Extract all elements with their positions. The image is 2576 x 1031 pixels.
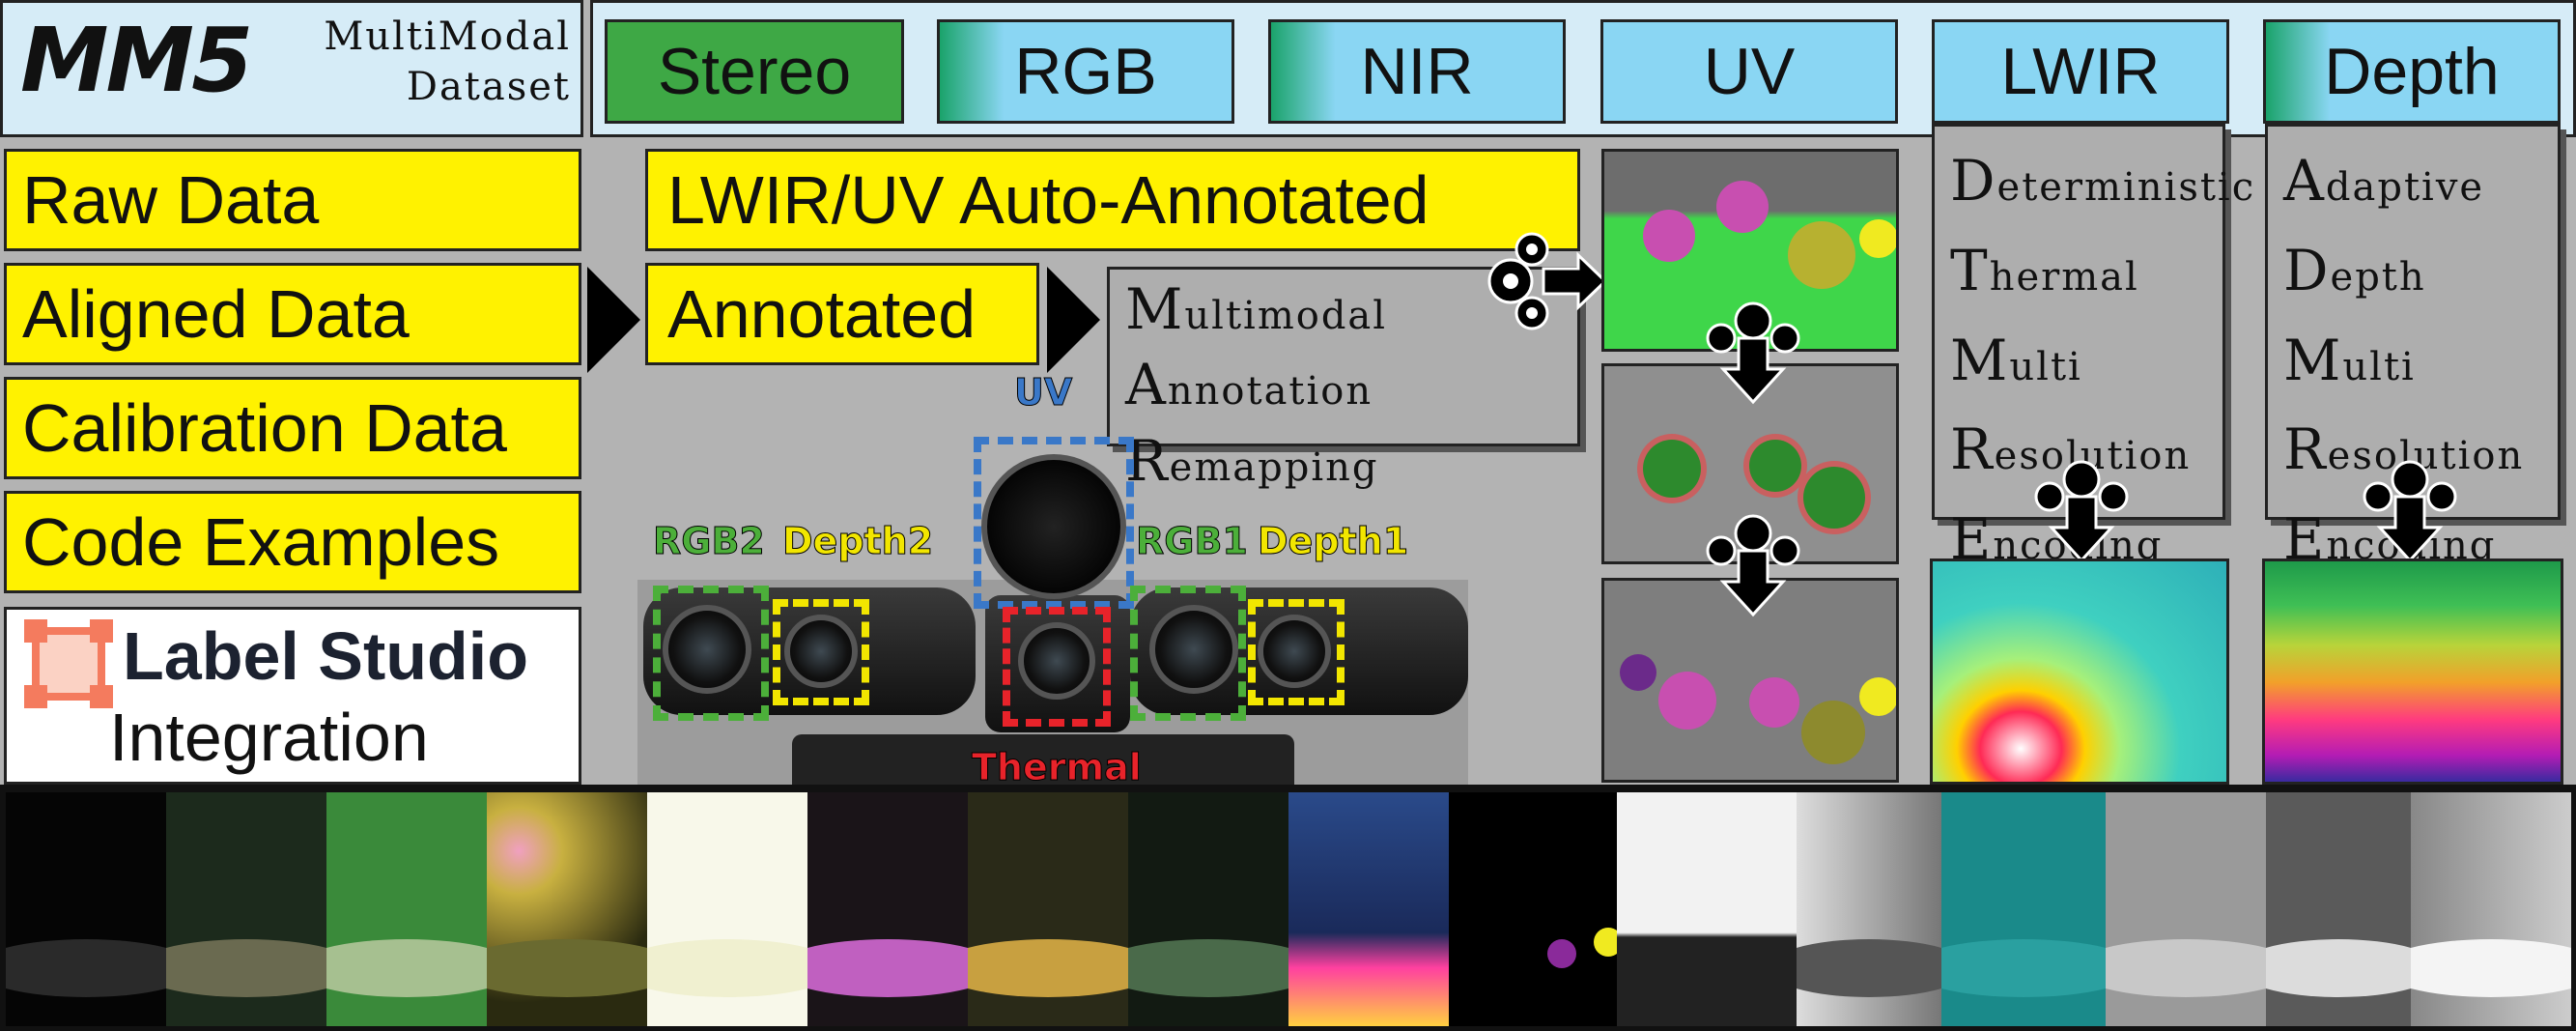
mar-line-annotation: Annotation [1125,352,1373,418]
dtmre-line-deterministic: Deterministic [1950,148,2256,214]
sample-thumb-8 [1128,792,1288,1026]
sample-thumb-7 [968,792,1128,1026]
auto-annotated-box: LWIR/UV Auto-Annotated [645,149,1580,251]
gear-cluster-icon [1487,232,1607,330]
raw-data-item: Raw Data [4,149,581,251]
modality-depth: Depth [2263,19,2561,124]
gear-down-arrow-icon [2034,460,2129,563]
sample-thumb-11 [1617,792,1797,1026]
sample-thumb-9 [1288,792,1449,1026]
rgb2-camera-label: RGB2 [653,520,766,563]
sample-thumb-15 [2266,792,2411,1026]
sample-thumb-4 [487,792,647,1026]
dataset-subtitle-line1: MultiModal [324,14,571,59]
dataset-title: MM5 [20,9,253,112]
code-examples-item: Code Examples [4,491,581,593]
uv-dashed-box [974,437,1134,609]
label-studio-name: Label Studio [123,618,528,694]
sample-thumb-2 [166,792,326,1026]
dtmre-line-thermal: Thermal [1950,237,2139,303]
sample-thumb-13 [1941,792,2106,1026]
dtmre-line-multi: Multi [1950,327,2082,393]
sample-thumb-1 [6,792,166,1026]
modality-lwir: LWIR [1932,19,2229,124]
modality-stereo: Stereo [605,19,904,124]
gear-down-arrow-icon [1706,514,1800,617]
lwir-encoded-image [1930,558,2229,785]
sample-thumb-6 [807,792,968,1026]
modality-nir: NIR [1268,19,1566,124]
sample-thumb-12 [1797,792,1941,1026]
calibration-data-item: Calibration Data [4,377,581,479]
modality-uv: UV [1600,19,1898,124]
sample-thumb-16 [2411,792,2571,1026]
rgb1-camera-label: RGB1 [1136,520,1249,563]
modality-rgb: RGB [937,19,1234,124]
depth1-camera-label: Depth1 [1257,520,1409,563]
label-studio-logo-icon [24,619,113,708]
admre-line-depth: Depth [2283,237,2426,303]
label-studio-integration: Integration [109,700,429,775]
label-studio-box: Label Studio Integration [4,607,581,785]
aligned-data-item: Aligned Data [4,263,581,365]
depth-encoded-image [2262,558,2563,785]
right-arrow-icon [1047,267,1100,373]
right-arrow-icon [587,267,640,373]
rgb2-dashed-box [653,586,769,721]
thermal-camera-label: Thermal [972,746,1143,789]
depth2-camera-label: Depth2 [781,520,934,563]
sample-thumb-14 [2106,792,2266,1026]
depth1-dashed-box [1248,599,1345,705]
annotated-box: Annotated [645,263,1039,365]
gear-down-arrow-icon [2363,460,2457,563]
uv-camera-label: UV [1013,371,1073,415]
thermal-dashed-box [1003,607,1111,727]
admre-line-multi: Multi [2283,327,2416,393]
gear-down-arrow-icon [1706,301,1800,405]
rgb1-dashed-box [1130,586,1246,721]
sample-thumb-3 [326,792,487,1026]
admre-line-adaptive: Adaptive [2283,148,2485,214]
depth2-dashed-box [773,599,869,705]
sample-thumb-10 [1449,792,1617,1026]
dataset-title-box: MM5 MultiModal Dataset [0,0,583,137]
mar-line-remapping: Remapping [1125,427,1379,494]
sample-thumb-5 [647,792,807,1026]
dataset-subtitle-line2: Dataset [406,65,571,109]
